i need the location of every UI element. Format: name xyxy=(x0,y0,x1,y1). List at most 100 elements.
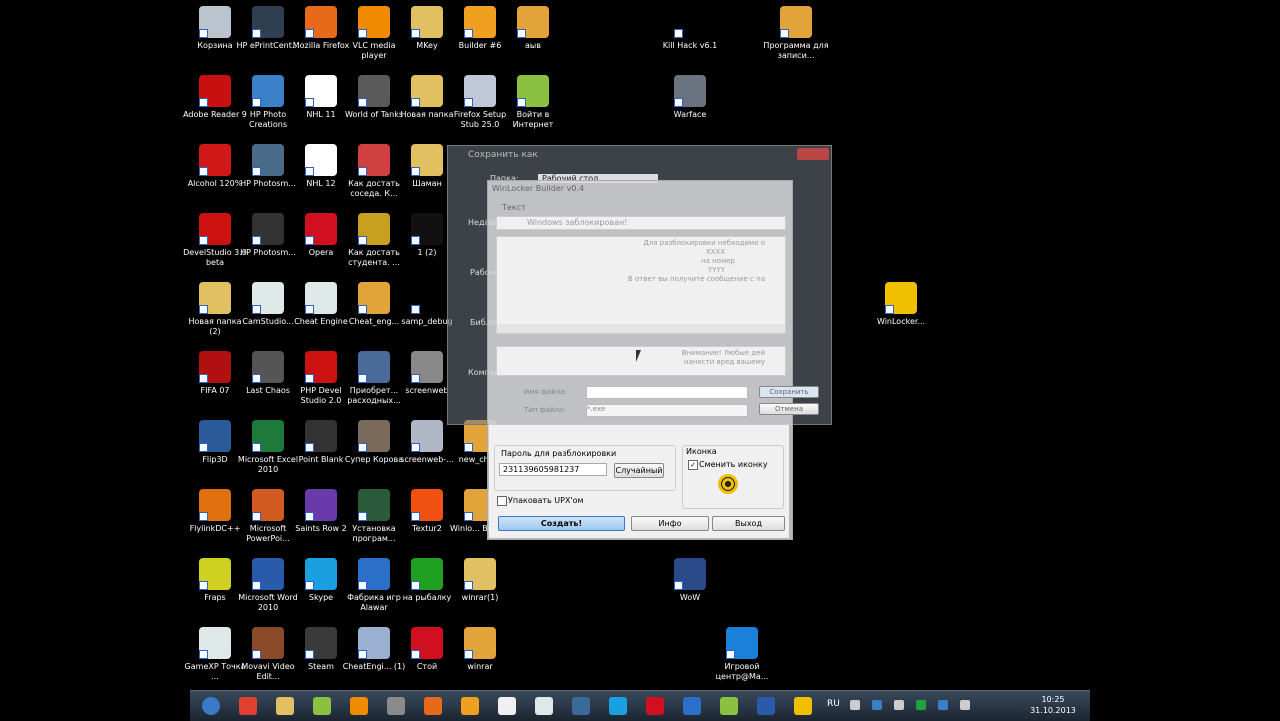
filetype-select[interactable]: *.exe xyxy=(586,404,748,417)
icon-fifa07-icon xyxy=(199,351,231,383)
taskbar-media-icon xyxy=(572,697,590,715)
horizontal-scrollbar[interactable] xyxy=(497,324,785,333)
info-button[interactable]: Инфо xyxy=(631,516,709,531)
icon-excel-2010-icon xyxy=(252,420,284,452)
taskbar-opera[interactable] xyxy=(638,694,672,718)
icon-program-record[interactable]: Программа для записи... xyxy=(763,6,829,61)
warning-line: Внимание! Любые дей xyxy=(681,349,765,357)
icon-flip3d-icon xyxy=(199,420,231,452)
icon-winrar[interactable]: winrar xyxy=(447,627,513,672)
cancel-button[interactable]: Отмена xyxy=(759,403,819,415)
body-line: на номер xyxy=(701,257,735,265)
icon-ayv-icon xyxy=(517,6,549,38)
icon-builder-6-icon xyxy=(464,6,496,38)
language-indicator[interactable]: RU xyxy=(827,699,840,709)
taskbar-media[interactable] xyxy=(564,694,598,718)
mouse-cursor-icon xyxy=(636,350,641,362)
icon-hp-eprint-icon xyxy=(252,6,284,38)
taskbar-skype[interactable] xyxy=(601,694,635,718)
shield-icon[interactable] xyxy=(938,700,948,710)
icon-world-of-tanks-icon xyxy=(358,75,390,107)
filename-input[interactable] xyxy=(586,386,748,399)
icon-install-programs-icon xyxy=(358,489,390,521)
icon-ayv[interactable]: аыв xyxy=(500,6,566,51)
icon-skype-icon xyxy=(305,558,337,590)
icon-super-korova-icon xyxy=(358,420,390,452)
icon-new-folder-icon xyxy=(411,75,443,107)
taskbar-warface[interactable] xyxy=(379,694,413,718)
icon-hp-photo-creations-icon xyxy=(252,75,284,107)
battery-icon[interactable] xyxy=(960,700,970,710)
icon-game-center[interactable]: Игровой центр@Ма... xyxy=(709,627,775,682)
icon-flylinkdc-icon xyxy=(199,489,231,521)
desktop-icon-label: Warface xyxy=(673,110,707,119)
icon-winlocker[interactable]: WinLocker... xyxy=(868,282,934,327)
volume-icon[interactable] xyxy=(894,700,904,710)
body-line: Для разблокировки небходимо о xyxy=(643,239,765,247)
icon-alcohol-icon xyxy=(199,144,231,176)
taskbar-chrome[interactable] xyxy=(231,694,265,718)
desktop-icon-label: Войти в Интернет xyxy=(512,110,554,129)
taskbar-enter-internet-2[interactable] xyxy=(712,694,746,718)
taskbar-skype-icon xyxy=(609,697,627,715)
icon-kill-hack[interactable]: Kill Hack v6.1 xyxy=(657,6,723,51)
taskbar-h-app[interactable] xyxy=(453,694,487,718)
taskbar-mail-agent[interactable] xyxy=(342,694,376,718)
taskbar-enter-internet-2-icon xyxy=(720,697,738,715)
body-text-area[interactable]: Для разблокировки небходимо о XXXX на но… xyxy=(496,236,786,334)
clock[interactable]: 10:25 31.10.2013 xyxy=(1030,694,1076,716)
icon-camstudio-icon xyxy=(252,282,284,314)
icon-warface[interactable]: Warface xyxy=(657,75,723,120)
builder-title: WinLocker Builder v0.4 xyxy=(492,184,585,193)
save-dialog-close-button[interactable] xyxy=(797,148,829,160)
icon-winrar-1[interactable]: winrar(1) xyxy=(447,558,513,603)
icon-opera-icon xyxy=(305,213,337,245)
taskbar-notepad[interactable] xyxy=(490,694,524,718)
icon-wow[interactable]: WoW xyxy=(657,558,723,603)
taskbar-camstudio[interactable] xyxy=(527,694,561,718)
icon-textur2-icon xyxy=(411,489,443,521)
taskbar-ccleaner-icon xyxy=(683,697,701,715)
header-text-input[interactable]: Windows заблокирован! xyxy=(496,216,786,230)
taskbar-ccleaner[interactable] xyxy=(675,694,709,718)
network-icon[interactable] xyxy=(872,700,882,710)
taskbar-mail-agent-icon xyxy=(350,697,368,715)
icon-warface-icon xyxy=(674,75,706,107)
icon-shaman-icon xyxy=(411,144,443,176)
icon-wow-icon xyxy=(674,558,706,590)
create-button[interactable]: Создать! xyxy=(498,516,625,531)
desktop-icon-label: Игровой центр@Ма... xyxy=(715,662,769,681)
exit-button[interactable]: Выход xyxy=(712,516,785,531)
taskbar: RU 10:25 31.10.2013 xyxy=(190,690,1090,721)
icon-enter-internet[interactable]: Войти в Интернет xyxy=(500,75,566,130)
filename-label: Имя файла: xyxy=(524,388,567,396)
taskbar-camstudio-icon xyxy=(535,697,553,715)
icon-screenweb-2-icon xyxy=(411,420,443,452)
body-line: YYYY xyxy=(707,266,725,274)
taskbar-word[interactable] xyxy=(749,694,783,718)
desktop-icon-label: WoW xyxy=(679,593,701,602)
icon-fishing-icon xyxy=(411,558,443,590)
taskbar-start-button[interactable] xyxy=(194,694,228,718)
icon-develstudio-icon xyxy=(199,213,231,245)
taskbar-firefox-icon xyxy=(424,697,442,715)
header-text-value: Windows заблокирован! xyxy=(527,218,628,227)
upx-checkbox[interactable] xyxy=(497,496,507,506)
save-button[interactable]: Сохранить xyxy=(759,386,819,398)
password-group-border xyxy=(494,445,676,491)
icon-php-devel-icon xyxy=(305,351,337,383)
upx-label: Упаковать UPX'ом xyxy=(508,496,584,505)
taskbar-winlocker[interactable] xyxy=(786,694,820,718)
flag-icon[interactable] xyxy=(916,700,926,710)
taskbar-enter-internet[interactable] xyxy=(305,694,339,718)
save-dialog-title: Сохранить как xyxy=(468,150,538,160)
left-black-bar xyxy=(0,0,190,720)
icon-cheat-eng-icon xyxy=(358,282,390,314)
help-icon[interactable] xyxy=(850,700,860,710)
warning-text-area[interactable]: Внимание! Любые дей нанести вред вашему xyxy=(496,346,786,376)
icon-mkey-icon xyxy=(411,6,443,38)
taskbar-firefox[interactable] xyxy=(416,694,450,718)
icon-saints-row-icon xyxy=(305,489,337,521)
icon-mozilla-firefox-icon xyxy=(305,6,337,38)
taskbar-explorer[interactable] xyxy=(268,694,302,718)
